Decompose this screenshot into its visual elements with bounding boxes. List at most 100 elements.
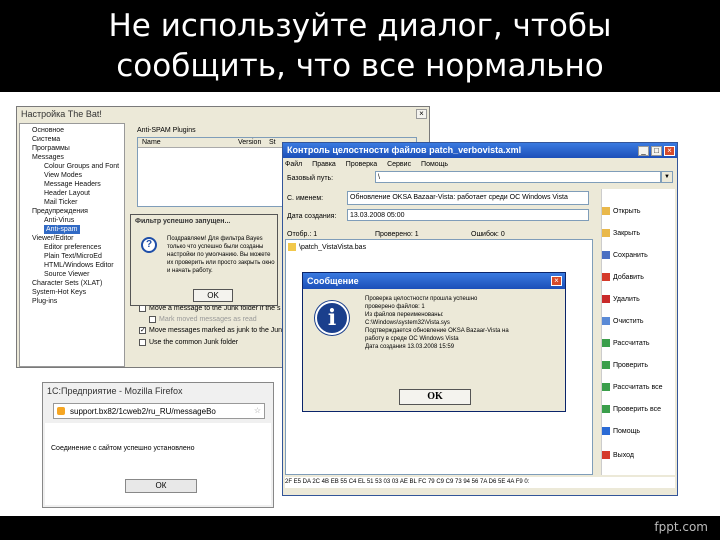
sidebar-exit[interactable]: Выход xyxy=(602,451,662,460)
integrity-close-button[interactable]: × xyxy=(664,146,675,156)
integrity-sidebar: Открыть Закрыть Сохранить Добавить Удали… xyxy=(601,189,675,475)
settings-title-bar: Настройка The Bat! xyxy=(17,107,429,121)
message-dialog: Сообщение × i Проверка целостности прошл… xyxy=(302,272,566,412)
tree-item[interactable]: HTML/Windows Editor xyxy=(44,261,114,270)
col-version[interactable]: Version xyxy=(238,137,261,148)
tree-item[interactable]: View Modes xyxy=(44,171,82,180)
message-close-button[interactable]: × xyxy=(551,276,562,286)
date-field[interactable]: 13.03.2008 05:00 xyxy=(347,209,589,221)
sidebar-add[interactable]: Добавить xyxy=(602,273,662,282)
firefox-url-bar[interactable]: support.bx82/1cweb2/ru_RU/messageBo ☆ xyxy=(53,403,265,419)
add-icon xyxy=(602,273,610,282)
plugins-group-label: Anti-SPAM Plugins xyxy=(137,127,196,134)
date-label: Дата создания: xyxy=(287,213,337,220)
tree-item[interactable]: Colour Groups and Font xyxy=(44,162,119,171)
sidebar-calculate[interactable]: Рассчитать xyxy=(602,339,662,348)
firefox-message: Соединение с сайтом успешно установлено xyxy=(51,445,195,452)
site-icon xyxy=(57,407,65,415)
menu-check[interactable]: Проверка xyxy=(346,161,377,168)
option-row[interactable]: Mark moved messages as read xyxy=(149,314,257,325)
menu-bar: Файл Правка Проверка Сервис Помощь xyxy=(285,159,448,170)
path-field[interactable]: \ xyxy=(375,171,661,183)
tree-item[interactable]: Source Viewer xyxy=(44,270,89,279)
slide-title-line1: Не используйте диалог, чтобы xyxy=(108,8,612,44)
sidebar-open[interactable]: Открыть xyxy=(602,207,662,216)
sidebar-save[interactable]: Сохранить xyxy=(602,251,662,260)
name-label: С. именем: xyxy=(287,195,324,202)
tree-item[interactable]: Система xyxy=(32,135,60,144)
verify-icon xyxy=(602,361,610,370)
tree-item[interactable]: Messages xyxy=(32,153,64,162)
integrity-title: Контроль целостности файлов patch_verbov… xyxy=(287,145,522,155)
option-row[interactable]: ✓ Move messages marked as junk to the Jun… xyxy=(139,325,293,336)
col-status[interactable]: St xyxy=(269,137,276,148)
integrity-title-bar: Контроль целостности файлов patch_verbov… xyxy=(283,143,677,158)
filter-message: Поздравляем! Для фильтра Bayes только чт… xyxy=(167,236,275,274)
sidebar-clear[interactable]: Очистить xyxy=(602,317,662,326)
exit-icon xyxy=(602,451,610,460)
firefox-ok-button[interactable]: ОК xyxy=(125,479,197,493)
sidebar-verify-all[interactable]: Проверить все xyxy=(602,405,662,414)
name-field[interactable]: Обновление OKSA Bazaar-Vista: работает с… xyxy=(347,191,589,205)
info-icon: i xyxy=(315,301,349,335)
tree-item[interactable]: Header Layout xyxy=(44,189,90,198)
path-dropdown[interactable]: ▼ xyxy=(661,171,673,183)
tree-item[interactable]: Программы xyxy=(32,144,70,153)
sidebar-delete[interactable]: Удалить xyxy=(602,295,662,304)
tree-item[interactable]: Mail Ticker xyxy=(44,198,77,207)
firefox-dialog: 1С:Предприятие - Mozilla Firefox support… xyxy=(42,382,274,508)
message-title-bar: Сообщение xyxy=(303,273,565,289)
tree-item[interactable]: Editor preferences xyxy=(44,243,101,252)
calculate-all-icon xyxy=(602,383,610,392)
tree-item[interactable]: Message Headers xyxy=(44,180,101,189)
slide-body: Настройка The Bat! × Основное Система Пр… xyxy=(0,92,720,516)
brand-label: fppt.com xyxy=(654,520,708,534)
message-ok-button[interactable]: OK xyxy=(399,389,471,405)
slide-title: Не используйте диалог, чтобы сообщить, ч… xyxy=(0,0,720,92)
menu-edit[interactable]: Правка xyxy=(312,161,336,168)
file-icon xyxy=(288,243,296,252)
tree-item[interactable]: Plain Text/MicroEd xyxy=(44,252,102,261)
sidebar-close[interactable]: Закрыть xyxy=(602,229,662,238)
tree-item[interactable]: Plug-ins xyxy=(32,297,57,306)
slide-title-line2: сообщить, что все нормально xyxy=(116,48,604,84)
menu-service[interactable]: Сервис xyxy=(387,161,411,168)
tree-item[interactable]: Viewer/Editor xyxy=(32,234,74,243)
filter-ok-button[interactable]: OK xyxy=(193,289,233,302)
path-label: Базовый путь: xyxy=(287,175,334,182)
firefox-title-bar: 1С:Предприятие - Mozilla Firefox xyxy=(43,383,273,399)
col-name[interactable]: Name xyxy=(142,137,161,148)
tree-item[interactable]: Character Sets (XLAT) xyxy=(32,279,102,288)
list-item[interactable]: \patch_VistaVista.bas xyxy=(288,242,366,253)
folder-close-icon xyxy=(602,229,610,238)
firefox-content: Соединение с сайтом успешно установлено … xyxy=(45,423,271,505)
verify-all-icon xyxy=(602,405,610,414)
tree-item[interactable]: Основное xyxy=(32,126,64,135)
help-icon xyxy=(602,427,610,436)
settings-close-button[interactable]: × xyxy=(416,109,427,119)
maximize-button[interactable]: □ xyxy=(651,146,662,156)
checkbox[interactable] xyxy=(139,338,146,346)
sidebar-verify[interactable]: Проверить xyxy=(602,361,662,370)
minimize-button[interactable]: _ xyxy=(638,146,649,156)
menu-help[interactable]: Помощь xyxy=(421,161,448,168)
menu-file[interactable]: Файл xyxy=(285,161,302,168)
message-text: Проверка целостности прошла успешно пров… xyxy=(365,296,509,350)
folder-open-icon xyxy=(602,207,610,216)
star-icon: ☆ xyxy=(253,406,261,415)
option-row[interactable]: Use the common Junk folder xyxy=(139,337,238,348)
tree-item[interactable]: Anti-Virus xyxy=(44,216,74,225)
question-icon: ? xyxy=(141,237,157,253)
tree-item[interactable]: System-Hot Keys xyxy=(32,288,86,297)
sidebar-help[interactable]: Помощь xyxy=(602,427,662,436)
settings-tree: Основное Система Программы Messages Colo… xyxy=(19,123,125,367)
tree-item-selected[interactable]: Anti-spam xyxy=(44,225,80,234)
checkbox[interactable] xyxy=(149,315,156,323)
checkbox-checked[interactable]: ✓ xyxy=(139,326,146,334)
settings-window-title: Настройка The Bat! xyxy=(21,109,102,119)
sidebar-calculate-all[interactable]: Рассчитать все xyxy=(602,383,663,392)
message-title: Сообщение xyxy=(307,276,359,286)
firefox-title: 1С:Предприятие - Mozilla Firefox xyxy=(47,386,183,396)
tree-item[interactable]: Предупреждения xyxy=(32,207,88,216)
firefox-url: support.bx82/1cweb2/ru_RU/messageBo xyxy=(70,407,216,416)
